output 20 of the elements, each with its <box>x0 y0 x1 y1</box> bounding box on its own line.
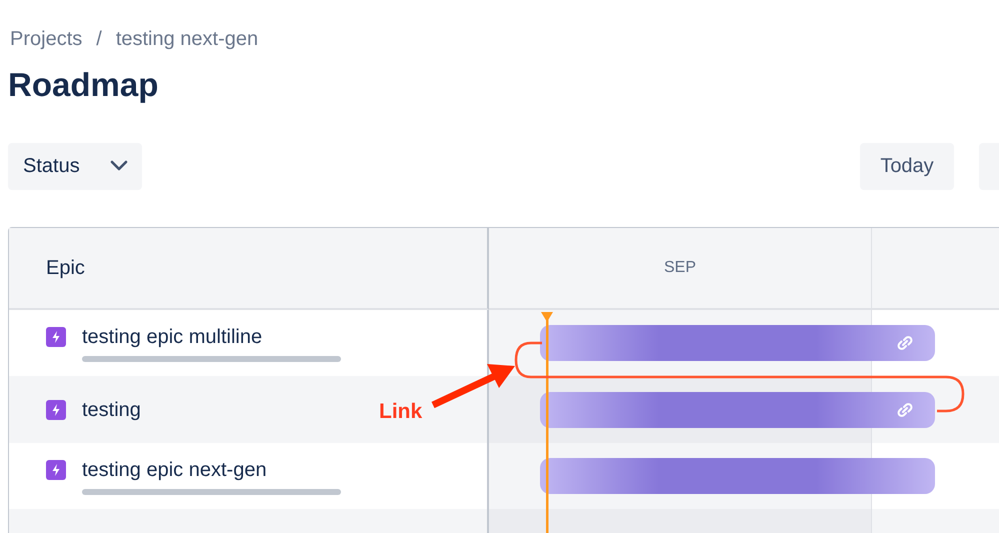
column-header: Epic <box>9 228 489 310</box>
lightning-icon <box>46 400 66 420</box>
epic-bar[interactable] <box>540 458 935 494</box>
today-button[interactable]: Today <box>860 142 954 190</box>
epic-name[interactable]: testing epic multiline <box>82 324 262 348</box>
page-title: Roadmap <box>8 65 160 105</box>
epic-name[interactable]: testing <box>82 398 141 422</box>
chevron-down-icon <box>110 160 128 172</box>
month-header: SEP <box>489 228 872 308</box>
link-icon <box>895 333 915 353</box>
breadcrumb-link[interactable]: testing next-gen <box>116 27 258 51</box>
lightning-icon <box>46 326 66 346</box>
lightning-icon <box>46 460 66 480</box>
annotation-label: Link <box>379 400 422 424</box>
status-dropdown[interactable]: Status <box>8 142 142 190</box>
breadcrumb-separator: / <box>96 27 102 51</box>
epic-bar[interactable] <box>540 325 935 361</box>
breadcrumb-link[interactable]: Projects <box>10 27 82 51</box>
epic-name[interactable]: testing epic next-gen <box>82 458 267 482</box>
epic-bar[interactable] <box>540 392 935 428</box>
